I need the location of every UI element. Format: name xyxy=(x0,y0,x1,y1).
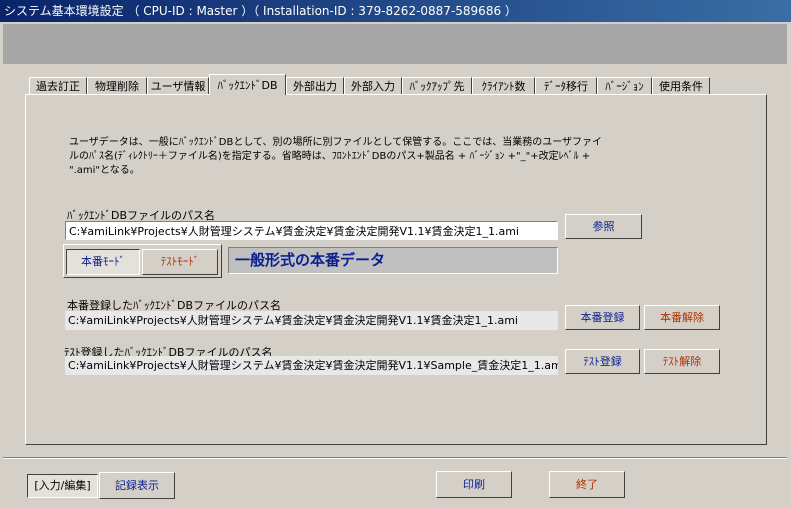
window-title: システム基本環境設定 （ CPU-ID : Master ）（ Installa… xyxy=(0,0,791,22)
footer-divider xyxy=(3,457,787,459)
exit-button[interactable]: 終了 xyxy=(549,471,625,498)
tab-client-count[interactable]: ｸﾗｲｱﾝﾄ数 xyxy=(472,77,535,94)
prod-register-button[interactable]: 本番登録 xyxy=(565,305,640,330)
backend-path-input[interactable]: C:¥amiLink¥Projects¥人財管理システム¥賃金決定¥賃金決定開発… xyxy=(65,221,558,240)
tab-user-info[interactable]: ユーザ情報 xyxy=(147,77,209,94)
backend-description: ユーザデータは、一般にﾊﾞｯｸｴﾝﾄﾞDBとして、別の場所に別ファイルとして保管… xyxy=(69,137,603,176)
test-register-button[interactable]: ﾃｽﾄ登録 xyxy=(565,349,640,374)
tab-external-input[interactable]: 外部入力 xyxy=(344,77,402,94)
mode-info-display: 一般形式の本番データ xyxy=(228,247,558,274)
prod-release-button[interactable]: 本番解除 xyxy=(644,305,720,330)
browse-button[interactable]: 参照 xyxy=(565,214,642,239)
tab-past-correction[interactable]: 過去訂正 xyxy=(29,77,87,94)
tab-terms-of-use[interactable]: 使用条件 xyxy=(652,77,710,94)
tab-backup-dest[interactable]: ﾊﾞｯｸｱｯﾌﾟ先 xyxy=(402,77,472,94)
tab-data-migration[interactable]: ﾃﾞｰﾀ移行 xyxy=(535,77,597,94)
header-band xyxy=(3,24,787,64)
prod-path-value: C:¥amiLink¥Projects¥人財管理システム¥賃金決定¥賃金決定開発… xyxy=(65,311,558,330)
input-edit-button[interactable]: [入力/編集] xyxy=(27,474,98,498)
record-view-button[interactable]: 記録表示 xyxy=(99,472,175,499)
test-release-button[interactable]: ﾃｽﾄ解除 xyxy=(644,349,720,374)
test-mode-button[interactable]: ﾃｽﾄﾓｰﾄﾞ xyxy=(142,249,218,275)
tab-backend-db[interactable]: ﾊﾞｯｸｴﾝﾄﾞDB xyxy=(209,74,286,95)
print-button[interactable]: 印刷 xyxy=(436,471,512,498)
production-mode-button[interactable]: 本番ﾓｰﾄﾞ xyxy=(66,249,140,275)
tab-physical-delete[interactable]: 物理削除 xyxy=(87,77,147,94)
test-path-value: C:¥amiLink¥Projects¥人財管理システム¥賃金決定¥賃金決定開発… xyxy=(65,356,558,375)
tab-external-output[interactable]: 外部出力 xyxy=(286,77,344,94)
tab-version[interactable]: ﾊﾞｰｼﾞｮﾝ xyxy=(597,77,652,94)
